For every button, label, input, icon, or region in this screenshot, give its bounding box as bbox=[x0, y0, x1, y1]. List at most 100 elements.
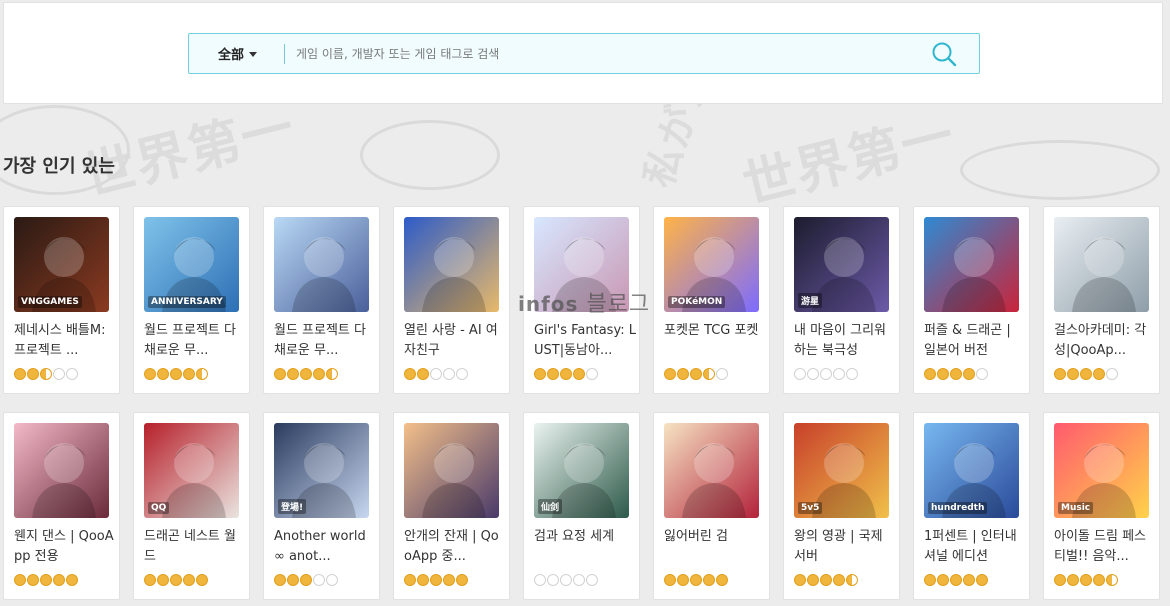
star-icon bbox=[794, 574, 806, 586]
star-icon bbox=[1106, 368, 1118, 380]
game-icon[interactable] bbox=[274, 217, 369, 312]
game-icon[interactable]: ANNIVERSARY bbox=[144, 217, 239, 312]
search-input[interactable] bbox=[285, 34, 931, 73]
game-icon[interactable]: QQ bbox=[144, 423, 239, 518]
game-icon[interactable] bbox=[14, 423, 109, 518]
game-icon[interactable]: hundredth bbox=[924, 423, 1019, 518]
game-name[interactable]: 드래곤 네스트 월드 bbox=[144, 527, 246, 567]
star-icon bbox=[794, 368, 806, 380]
game-card[interactable]: hundredth 1퍼센트 | 인터내셔널 에디션 bbox=[913, 412, 1030, 600]
star-icon bbox=[820, 368, 832, 380]
game-badge: hundredth bbox=[928, 502, 988, 514]
star-icon bbox=[573, 368, 585, 380]
game-card[interactable]: VNGGAMES 제네시스 배틀M: 프로젝트 ... bbox=[3, 206, 120, 394]
star-icon bbox=[586, 368, 598, 380]
game-icon[interactable] bbox=[404, 217, 499, 312]
star-icon bbox=[924, 574, 936, 586]
game-name[interactable]: 퍼즐 & 드래곤 | 일본어 버전 bbox=[924, 321, 1026, 361]
chevron-down-icon bbox=[249, 51, 257, 57]
game-card[interactable]: ANNIVERSARY 월드 프로젝트 다채로운 무... bbox=[133, 206, 250, 394]
watermark-text-1: infos bbox=[518, 292, 579, 316]
game-card[interactable]: 5v5 왕의 영광 | 국제 서버 bbox=[783, 412, 900, 600]
game-name[interactable]: 내 마음이 그리워하는 북극성 bbox=[794, 321, 896, 361]
star-icon bbox=[417, 574, 429, 586]
rating-stars bbox=[404, 368, 468, 380]
game-name[interactable]: 1퍼센트 | 인터내셔널 에디션 bbox=[924, 527, 1026, 567]
section-title: 가장 인기 있는 bbox=[3, 156, 115, 177]
star-icon bbox=[950, 368, 962, 380]
star-icon bbox=[664, 368, 676, 380]
game-icon[interactable]: Music bbox=[1054, 423, 1149, 518]
star-icon bbox=[690, 574, 702, 586]
star-icon bbox=[443, 368, 455, 380]
game-name[interactable]: 월드 프로젝트 다채로운 무... bbox=[274, 321, 376, 361]
game-name[interactable]: 검과 요정 세계 bbox=[534, 527, 636, 547]
game-card[interactable]: 월드 프로젝트 다채로운 무... bbox=[263, 206, 380, 394]
star-icon bbox=[287, 574, 299, 586]
game-name[interactable]: 열린 사랑 - AI 여자친구 bbox=[404, 321, 506, 361]
star-icon bbox=[937, 368, 949, 380]
game-card[interactable]: 퍼즐 & 드래곤 | 일본어 버전 bbox=[913, 206, 1030, 394]
game-card[interactable]: Music 아이돌 드림 페스티벌!! 음악... bbox=[1043, 412, 1160, 600]
game-name[interactable]: 왕의 영광 | 국제 서버 bbox=[794, 527, 896, 567]
star-icon bbox=[157, 368, 169, 380]
game-name[interactable]: Girl's Fantasy: LUST|동남아... bbox=[534, 321, 636, 361]
game-name[interactable]: 포켓몬 TCG 포켓 bbox=[664, 321, 766, 341]
star-icon bbox=[430, 574, 442, 586]
game-icon[interactable]: 游星 bbox=[794, 217, 889, 312]
star-icon bbox=[1067, 574, 1079, 586]
game-card[interactable]: 登場! Another world∞ anot... bbox=[263, 412, 380, 600]
game-card[interactable]: 열린 사랑 - AI 여자친구 bbox=[393, 206, 510, 394]
game-name[interactable]: Another world∞ anot... bbox=[274, 527, 376, 567]
star-icon bbox=[404, 574, 416, 586]
game-card[interactable]: 걸스아카데미: 각성|QooAp... bbox=[1043, 206, 1160, 394]
star-icon bbox=[430, 368, 442, 380]
game-name[interactable]: 걸스아카데미: 각성|QooAp... bbox=[1054, 321, 1156, 361]
game-card[interactable]: QQ 드래곤 네스트 월드 bbox=[133, 412, 250, 600]
game-icon[interactable] bbox=[924, 217, 1019, 312]
game-card[interactable]: 안개의 잔재 | QooApp 중... bbox=[393, 412, 510, 600]
game-icon[interactable]: VNGGAMES bbox=[14, 217, 109, 312]
rating-stars bbox=[14, 368, 78, 380]
game-name[interactable]: 월드 프로젝트 다채로운 무... bbox=[144, 321, 246, 361]
star-icon bbox=[833, 368, 845, 380]
game-badge: QQ bbox=[148, 502, 170, 514]
game-name[interactable]: 안개의 잔재 | QooApp 중... bbox=[404, 527, 506, 567]
game-name[interactable]: 아이돌 드림 페스티벌!! 음악... bbox=[1054, 527, 1156, 567]
background-kanji-3: 世界第一 bbox=[737, 104, 962, 217]
watermark-text-2: 블로그 bbox=[586, 292, 651, 317]
game-badge: ANNIVERSARY bbox=[148, 296, 226, 308]
game-card[interactable]: POKéMON 포켓몬 TCG 포켓 bbox=[653, 206, 770, 394]
game-icon[interactable] bbox=[404, 423, 499, 518]
rating-stars bbox=[794, 368, 858, 380]
rating-stars bbox=[144, 574, 208, 586]
game-icon[interactable]: 仙剑 bbox=[534, 423, 629, 518]
star-icon bbox=[833, 574, 845, 586]
star-icon bbox=[183, 368, 195, 380]
star-icon bbox=[1080, 574, 1092, 586]
star-icon bbox=[196, 574, 208, 586]
star-icon bbox=[27, 368, 39, 380]
category-dropdown[interactable]: 全部 bbox=[189, 34, 284, 73]
rating-stars bbox=[924, 368, 988, 380]
star-icon bbox=[144, 574, 156, 586]
game-card[interactable]: 잃어버린 검 bbox=[653, 412, 770, 600]
rating-stars bbox=[144, 368, 208, 380]
star-icon bbox=[677, 368, 689, 380]
game-icon[interactable]: 登場! bbox=[274, 423, 369, 518]
game-name[interactable]: 웬지 댄스 | QooApp 전용 bbox=[14, 527, 116, 567]
game-name[interactable]: 잃어버린 검 bbox=[664, 527, 766, 547]
game-icon[interactable] bbox=[1054, 217, 1149, 312]
search-icon[interactable] bbox=[931, 41, 957, 67]
game-name[interactable]: 제네시스 배틀M: 프로젝트 ... bbox=[14, 321, 116, 361]
game-icon[interactable]: POKéMON bbox=[664, 217, 759, 312]
rating-stars bbox=[664, 368, 728, 380]
game-icon[interactable] bbox=[664, 423, 759, 518]
game-card[interactable]: 仙剑 검과 요정 세계 bbox=[523, 412, 640, 600]
game-card[interactable]: 游星 내 마음이 그리워하는 북극성 bbox=[783, 206, 900, 394]
game-icon[interactable]: 5v5 bbox=[794, 423, 889, 518]
star-icon bbox=[287, 368, 299, 380]
game-card[interactable]: 웬지 댄스 | QooApp 전용 bbox=[3, 412, 120, 600]
star-icon bbox=[846, 368, 858, 380]
star-icon bbox=[313, 574, 325, 586]
